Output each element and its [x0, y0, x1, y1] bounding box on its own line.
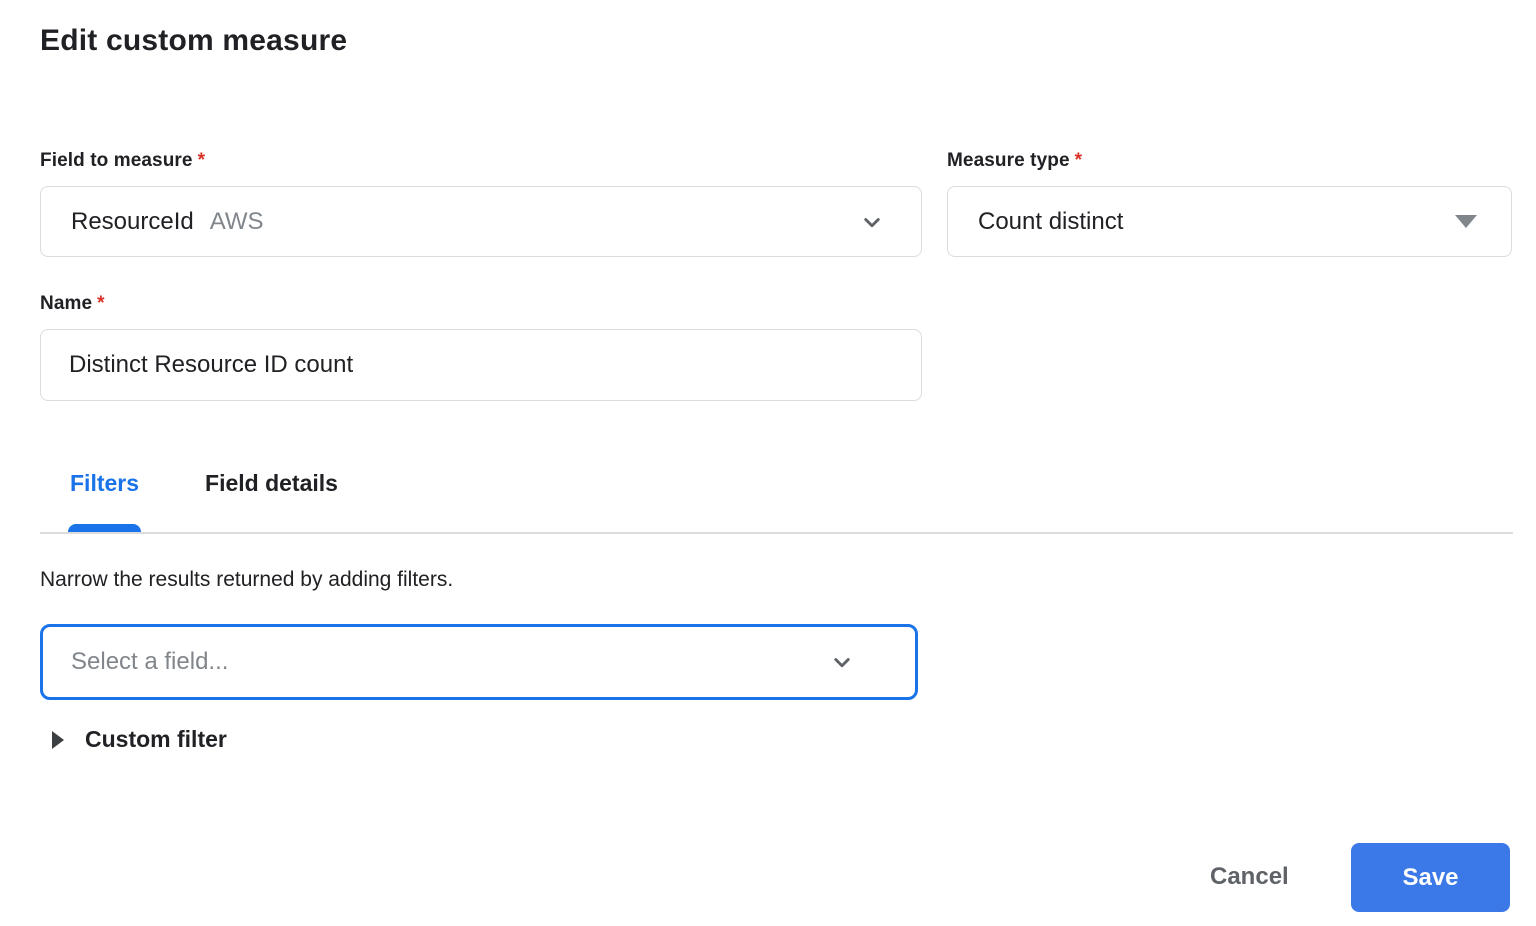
- tab-field-details[interactable]: Field details: [205, 468, 338, 532]
- tab-field-details-label: Field details: [205, 470, 338, 496]
- measure-type-group: Measure type * Count distinct: [947, 150, 1512, 257]
- required-asterisk: *: [1074, 150, 1083, 171]
- measure-type-label: Measure type *: [947, 150, 1082, 171]
- chevron-down-icon: [827, 647, 857, 677]
- filters-description: Narrow the results returned by adding fi…: [40, 568, 454, 591]
- triangle-down-icon: [1455, 215, 1477, 228]
- measure-type-value: Count distinct: [978, 207, 1124, 235]
- active-tab-indicator: [68, 524, 142, 532]
- name-label-text: Name: [40, 293, 93, 314]
- filter-field-select[interactable]: Select a field...: [40, 624, 918, 700]
- field-to-measure-label-text: Field to measure: [40, 150, 193, 171]
- field-to-measure-value: ResourceId: [71, 207, 194, 235]
- name-label: Name *: [40, 293, 105, 314]
- save-button[interactable]: Save: [1351, 843, 1510, 912]
- tab-filters-label: Filters: [70, 470, 140, 496]
- field-to-measure-value-suffix: AWS: [209, 207, 264, 235]
- custom-filter-label: Custom filter: [85, 726, 227, 752]
- cancel-button[interactable]: Cancel: [1196, 855, 1303, 899]
- name-group: Name *: [40, 293, 922, 401]
- custom-filter-expander[interactable]: Custom filter: [52, 726, 227, 753]
- required-asterisk: *: [97, 293, 105, 314]
- tab-bar: Filters Field details: [40, 468, 1513, 534]
- field-to-measure-select[interactable]: ResourceId AWS: [40, 186, 922, 257]
- measure-type-label-text: Measure type: [947, 150, 1070, 171]
- measure-type-select[interactable]: Count distinct: [947, 186, 1512, 257]
- triangle-right-icon: [52, 730, 64, 749]
- chevron-down-icon: [857, 207, 887, 237]
- tab-filters[interactable]: Filters: [68, 468, 142, 532]
- required-asterisk: *: [197, 150, 206, 171]
- page-title: Edit custom measure: [40, 24, 348, 57]
- filter-field-select-placeholder: Select a field...: [71, 648, 229, 675]
- field-to-measure-group: Field to measure * ResourceId AWS: [40, 150, 922, 257]
- field-to-measure-label: Field to measure *: [40, 150, 205, 171]
- name-input[interactable]: [40, 329, 922, 401]
